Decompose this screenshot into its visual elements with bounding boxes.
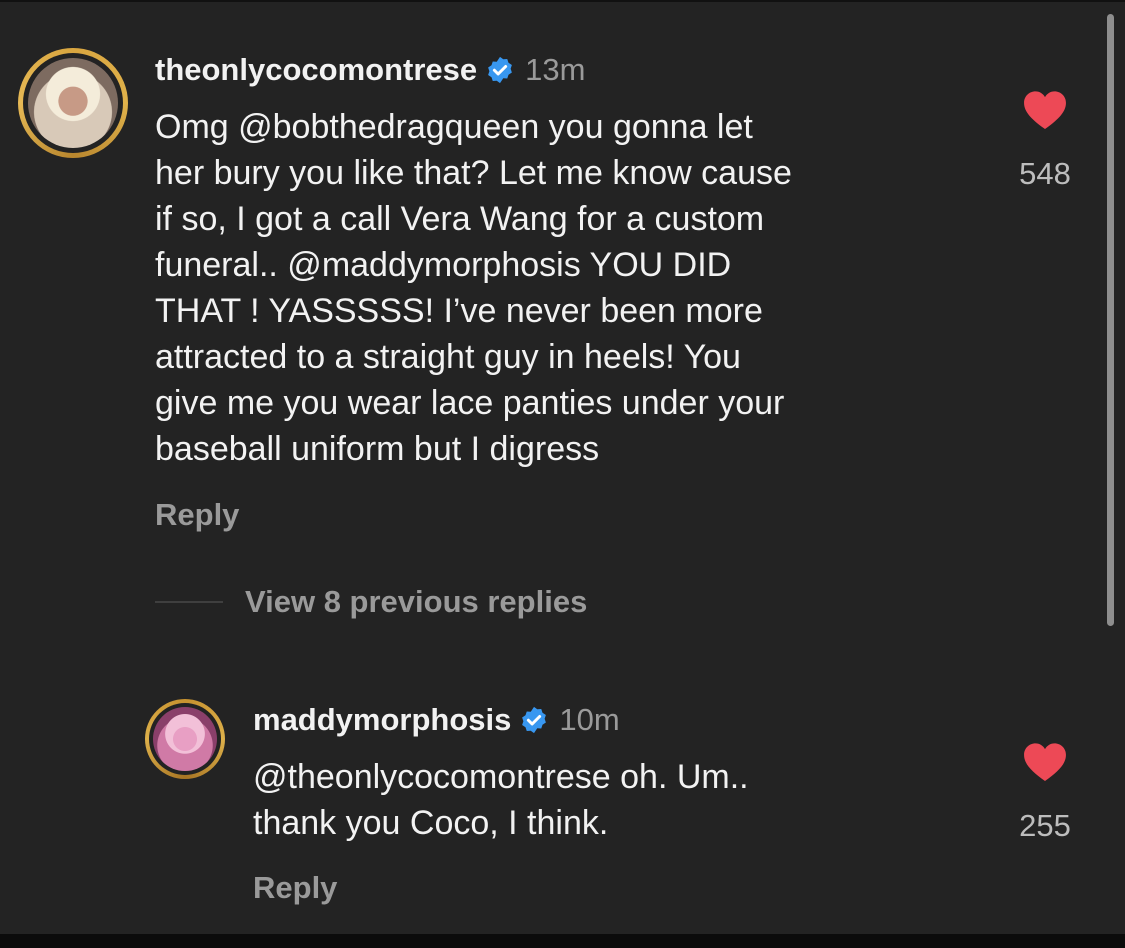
comments-screen: theonlycocomontrese 13m Omg @bobthedragq… [0, 0, 1125, 948]
view-previous-replies[interactable]: View 8 previous replies [155, 584, 587, 620]
story-ring [149, 703, 221, 775]
comment-line: baseball uniform but I digress [155, 430, 600, 468]
comment-header: theonlycocomontrese 13m [155, 52, 585, 88]
verified-badge-icon [522, 706, 547, 734]
reply-time: 10m [559, 702, 620, 737]
reply-header: maddymorphosis 10m [253, 702, 620, 738]
story-ring [23, 53, 123, 153]
reply-like-count: 255 [1019, 808, 1071, 843]
scrollbar[interactable] [1107, 14, 1114, 626]
comment-like-count: 548 [1019, 156, 1071, 191]
comment-body: Omg @bobthedragqueen you gonna let her b… [155, 104, 792, 472]
view-replies-label: View 8 previous replies [245, 584, 588, 619]
comment-time: 13m [525, 52, 586, 87]
comment-line: attracted to a straight guy in heels! Yo… [155, 338, 741, 376]
avatar-theonlycocomontrese[interactable] [18, 48, 128, 158]
heart-icon[interactable] [1022, 90, 1068, 130]
comment-reply-button[interactable]: Reply [155, 497, 239, 533]
verified-badge-icon [488, 56, 512, 84]
comment-line: if so, I got a call Vera Wang for a cust… [155, 200, 765, 238]
comment-line: give me you wear lace panties under your [155, 384, 785, 422]
avatar-maddymorphosis[interactable] [145, 699, 225, 779]
profile-photo [153, 707, 217, 771]
reply-line: @theonlycocomontrese oh. Um.. [253, 758, 749, 796]
reply-body: @theonlycocomontrese oh. Um.. thank you … [253, 754, 749, 846]
comment-line: THAT ! YASSSSS! I’ve never been more [155, 292, 763, 330]
reply-line: thank you Coco, I think. [253, 804, 609, 842]
reply-reply-button[interactable]: Reply [253, 870, 337, 906]
profile-photo [28, 58, 118, 148]
reply-username[interactable]: maddymorphosis [253, 702, 511, 738]
comment-line: Omg @bobthedragqueen you gonna let [155, 108, 753, 146]
bottom-edge [0, 934, 1125, 948]
heart-icon[interactable] [1022, 742, 1068, 782]
comment-username[interactable]: theonlycocomontrese [155, 52, 477, 88]
comment-line: her bury you like that? Let me know caus… [155, 154, 792, 192]
divider-line [155, 601, 223, 603]
comment-line: funeral.. @maddymorphosis YOU DID [155, 246, 732, 284]
